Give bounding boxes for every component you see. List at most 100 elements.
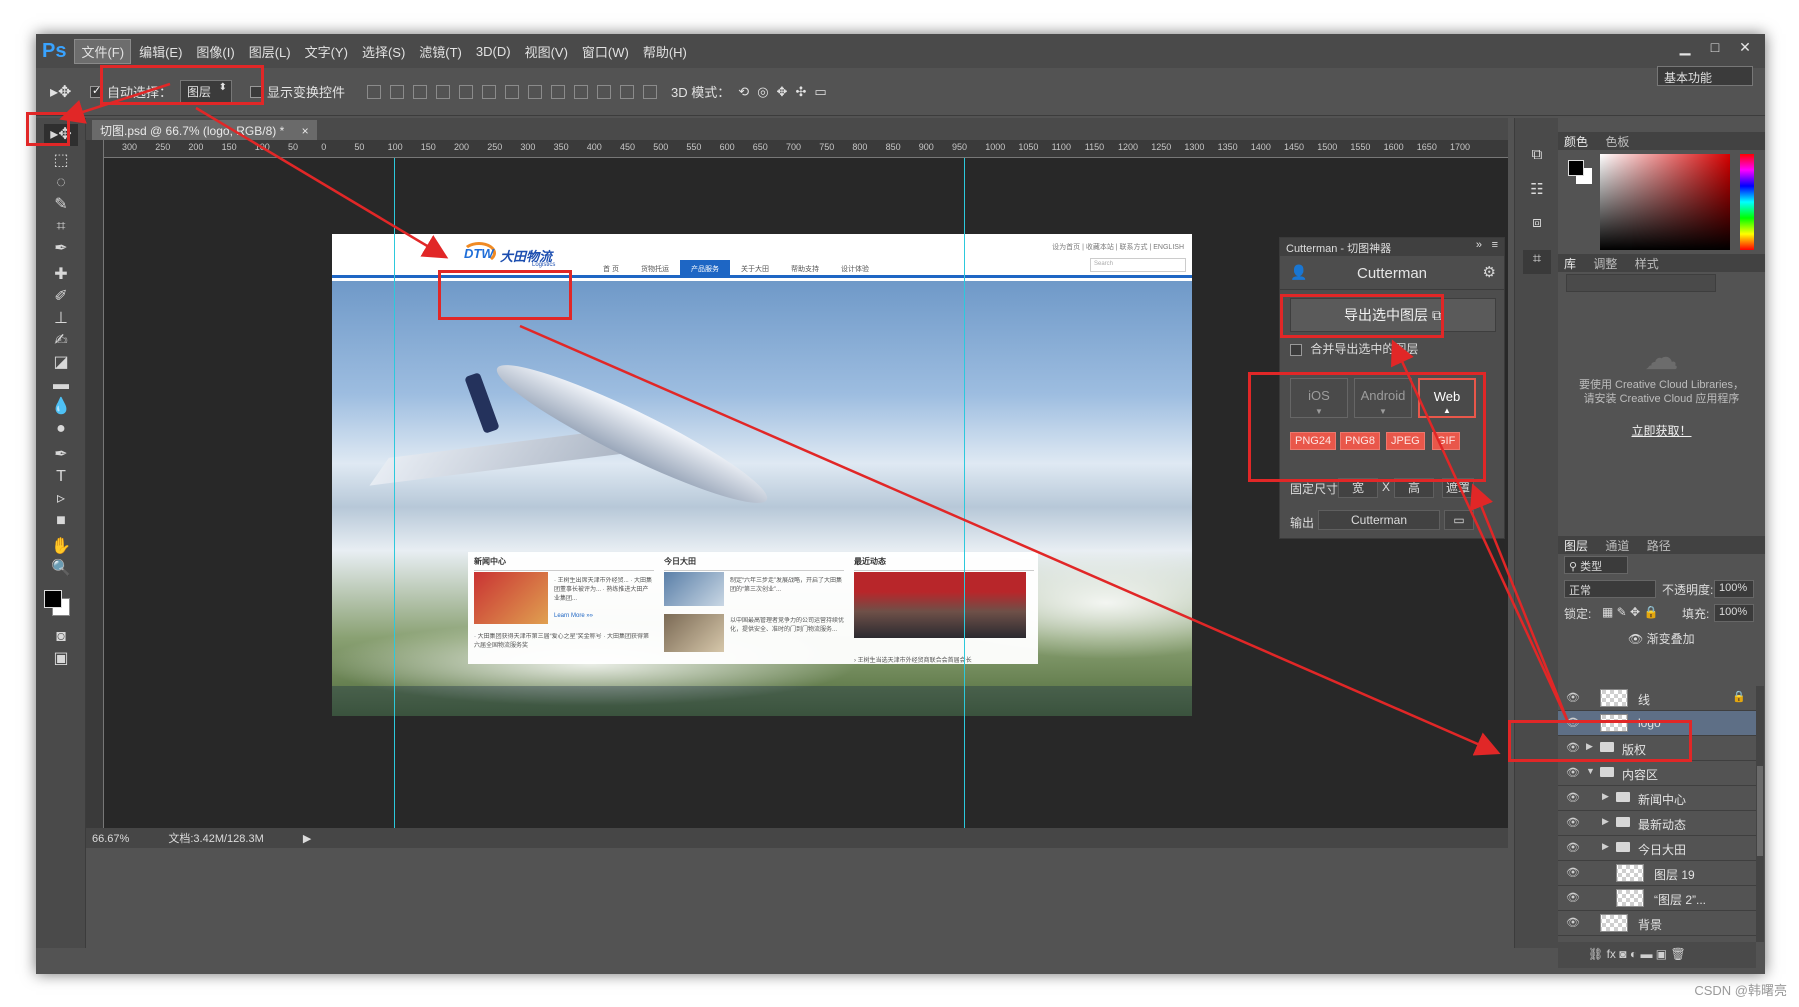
opacity-input[interactable]: 100% xyxy=(1714,580,1754,598)
shape-tool-icon[interactable]: ■ xyxy=(44,510,78,532)
website-mockup-artboard[interactable]: DTW 大田物流 Logistics 设为首页 | 收藏本站 | 联系方式 | … xyxy=(332,234,1192,716)
slide-3d-icon[interactable]: ✣ xyxy=(795,84,806,100)
chevron-right-icon[interactable]: ▶ xyxy=(1602,791,1609,802)
distribute-left-icon[interactable] xyxy=(574,84,589,99)
quick-mask-icon[interactable]: ◙ xyxy=(44,626,78,648)
blend-mode-dropdown[interactable]: 正常 xyxy=(1564,580,1656,598)
trash-icon[interactable]: 🗑 xyxy=(1670,947,1685,961)
align-vcenter-icon[interactable] xyxy=(459,84,474,99)
type-tool-icon[interactable]: T xyxy=(44,466,78,488)
hand-tool-icon[interactable]: ✋ xyxy=(44,536,78,558)
layer-row[interactable]: 👁 线 🔒 xyxy=(1558,686,1756,711)
eye-icon[interactable]: 👁 xyxy=(1566,691,1580,704)
gradient-overlay-effect[interactable]: 👁 渐变叠加 xyxy=(1628,630,1695,647)
distribute-vcenter-icon[interactable] xyxy=(528,84,543,99)
get-now-link[interactable]: 立即获取！ xyxy=(1631,422,1691,439)
properties-panel-icon[interactable]: ☷ xyxy=(1523,180,1551,204)
height-input[interactable]: 高 xyxy=(1394,478,1434,498)
chevron-right-icon[interactable]: ▶ xyxy=(1602,841,1609,852)
dodge-tool-icon[interactable]: ● xyxy=(44,418,78,440)
crop-tool-icon[interactable]: ⌗ xyxy=(44,216,78,238)
path-select-tool-icon[interactable]: ▹ xyxy=(44,488,78,510)
menu-type[interactable]: 文字(Y) xyxy=(299,40,354,63)
eye-icon[interactable]: 👁 xyxy=(1566,766,1580,779)
layer-row[interactable]: 👁 ▶ 新闻中心 xyxy=(1558,786,1756,811)
history-panel-icon[interactable]: ⧉ xyxy=(1523,146,1551,170)
eyedropper-tool-icon[interactable]: ✒ xyxy=(44,238,78,260)
tab-channels[interactable]: 通道 xyxy=(1605,539,1629,553)
platform-ios-button[interactable]: iOS ▼ xyxy=(1290,378,1348,418)
document-info[interactable]: 文档:3.42M/128.3M xyxy=(168,833,263,845)
stamp-tool-icon[interactable]: ⊥ xyxy=(44,308,78,330)
align-top-icon[interactable] xyxy=(436,84,451,99)
roll-3d-icon[interactable]: ◎ xyxy=(757,84,768,100)
layer-row[interactable]: 👁 “图层 2”... xyxy=(1558,886,1756,911)
lasso-tool-icon[interactable]: ◌ xyxy=(44,172,78,194)
menu-image[interactable]: 图像(I) xyxy=(190,40,240,63)
eye-icon[interactable]: 👁 xyxy=(1566,891,1580,904)
eye-icon[interactable]: 👁 xyxy=(1566,716,1580,729)
panel-menu-icon[interactable]: ≡ xyxy=(1492,239,1498,251)
menu-edit[interactable]: 编辑(E) xyxy=(133,40,188,63)
pen-tool-icon[interactable]: ✒ xyxy=(44,444,78,466)
width-input[interactable]: 宽 xyxy=(1338,478,1378,498)
document-tab[interactable]: 切图.psd @ 66.7% (logo, RGB/8) * × xyxy=(92,120,317,140)
new-layer-icon[interactable]: ▣ xyxy=(1656,947,1671,961)
layer-row[interactable]: 👁 背景 xyxy=(1558,911,1756,936)
fx-icon[interactable]: fx xyxy=(1607,947,1620,961)
actions-panel-icon[interactable]: ⧈ xyxy=(1523,214,1551,238)
menu-filter[interactable]: 滤镜(T) xyxy=(413,40,468,63)
platform-web-button[interactable]: Web ▲ xyxy=(1418,378,1476,418)
quick-select-tool-icon[interactable]: ✎ xyxy=(44,194,78,216)
menu-help[interactable]: 帮助(H) xyxy=(637,40,693,63)
adjustment-icon[interactable]: ◐ xyxy=(1630,947,1641,961)
history-brush-icon[interactable]: ✍ xyxy=(44,330,78,352)
blur-tool-icon[interactable]: 💧 xyxy=(44,396,78,418)
distribute-top-icon[interactable] xyxy=(505,84,520,99)
distribute-hcenter-icon[interactable] xyxy=(597,84,612,99)
cutterman-panel-icon[interactable]: ⌗ xyxy=(1523,250,1551,274)
gradient-tool-icon[interactable]: ▬ xyxy=(44,374,78,396)
maximize-button[interactable]: □ xyxy=(1701,38,1729,58)
eye-icon[interactable]: 👁 xyxy=(1566,816,1580,829)
format-png24-button[interactable]: PNG24 xyxy=(1290,432,1337,450)
rotate-3d-icon[interactable]: ⟲ xyxy=(738,84,749,100)
add-mask-icon[interactable]: ◙ xyxy=(1619,947,1630,961)
layers-scrollbar[interactable] xyxy=(1756,686,1764,942)
tab-layers[interactable]: 图层 xyxy=(1564,539,1588,553)
tab-color[interactable]: 颜色 xyxy=(1564,135,1588,149)
layer-row[interactable]: 👁 logo xyxy=(1558,711,1756,736)
library-dropdown[interactable] xyxy=(1566,274,1716,292)
marquee-tool-icon[interactable]: ⬚ xyxy=(44,150,78,172)
format-gif-button[interactable]: GIF xyxy=(1432,432,1461,450)
layer-row[interactable]: 👁 ▶ 今日大田 xyxy=(1558,836,1756,861)
color-field[interactable] xyxy=(1600,154,1730,250)
align-left-icon[interactable] xyxy=(367,84,382,99)
auto-select-checkbox[interactable] xyxy=(90,84,102,98)
tab-styles[interactable]: 样式 xyxy=(1635,257,1659,271)
merge-export-option[interactable]: 合并导出选中的图层 xyxy=(1290,340,1418,357)
auto-align-icon[interactable] xyxy=(643,84,658,99)
menu-file[interactable]: 文件(F) xyxy=(74,38,132,64)
healing-tool-icon[interactable]: ✚ xyxy=(44,264,78,286)
eye-icon[interactable]: 👁 xyxy=(1566,916,1580,929)
drag-3d-icon[interactable]: ✥ xyxy=(777,84,788,100)
fill-input[interactable]: 100% xyxy=(1714,604,1754,622)
layer-row[interactable]: 👁 ▶ 版权 xyxy=(1558,736,1756,761)
gear-icon[interactable]: ⚙ xyxy=(1483,263,1496,281)
menu-layer[interactable]: 图层(L) xyxy=(243,40,297,63)
chevron-down-icon[interactable]: ▼ xyxy=(1586,766,1595,776)
output-folder-field[interactable]: Cutterman xyxy=(1318,510,1440,530)
scale-3d-icon[interactable]: ▭ xyxy=(814,84,826,100)
distribute-right-icon[interactable] xyxy=(620,84,635,99)
close-window-button[interactable]: ✕ xyxy=(1731,38,1759,58)
merge-export-checkbox[interactable] xyxy=(1290,343,1302,356)
brush-tool-icon[interactable]: ✐ xyxy=(44,286,78,308)
menu-view[interactable]: 视图(V) xyxy=(519,40,574,63)
scrollbar-thumb[interactable] xyxy=(1757,766,1763,856)
export-selected-layers-button[interactable]: 导出选中图层 ⧉ xyxy=(1290,298,1496,332)
status-menu-arrow-icon[interactable]: ▶ xyxy=(303,833,311,845)
guide-line-left[interactable] xyxy=(394,158,395,828)
layer-row[interactable]: 👁 ▶ 最新动态 xyxy=(1558,811,1756,836)
auto-select-target-dropdown[interactable]: 图层 xyxy=(180,80,233,103)
